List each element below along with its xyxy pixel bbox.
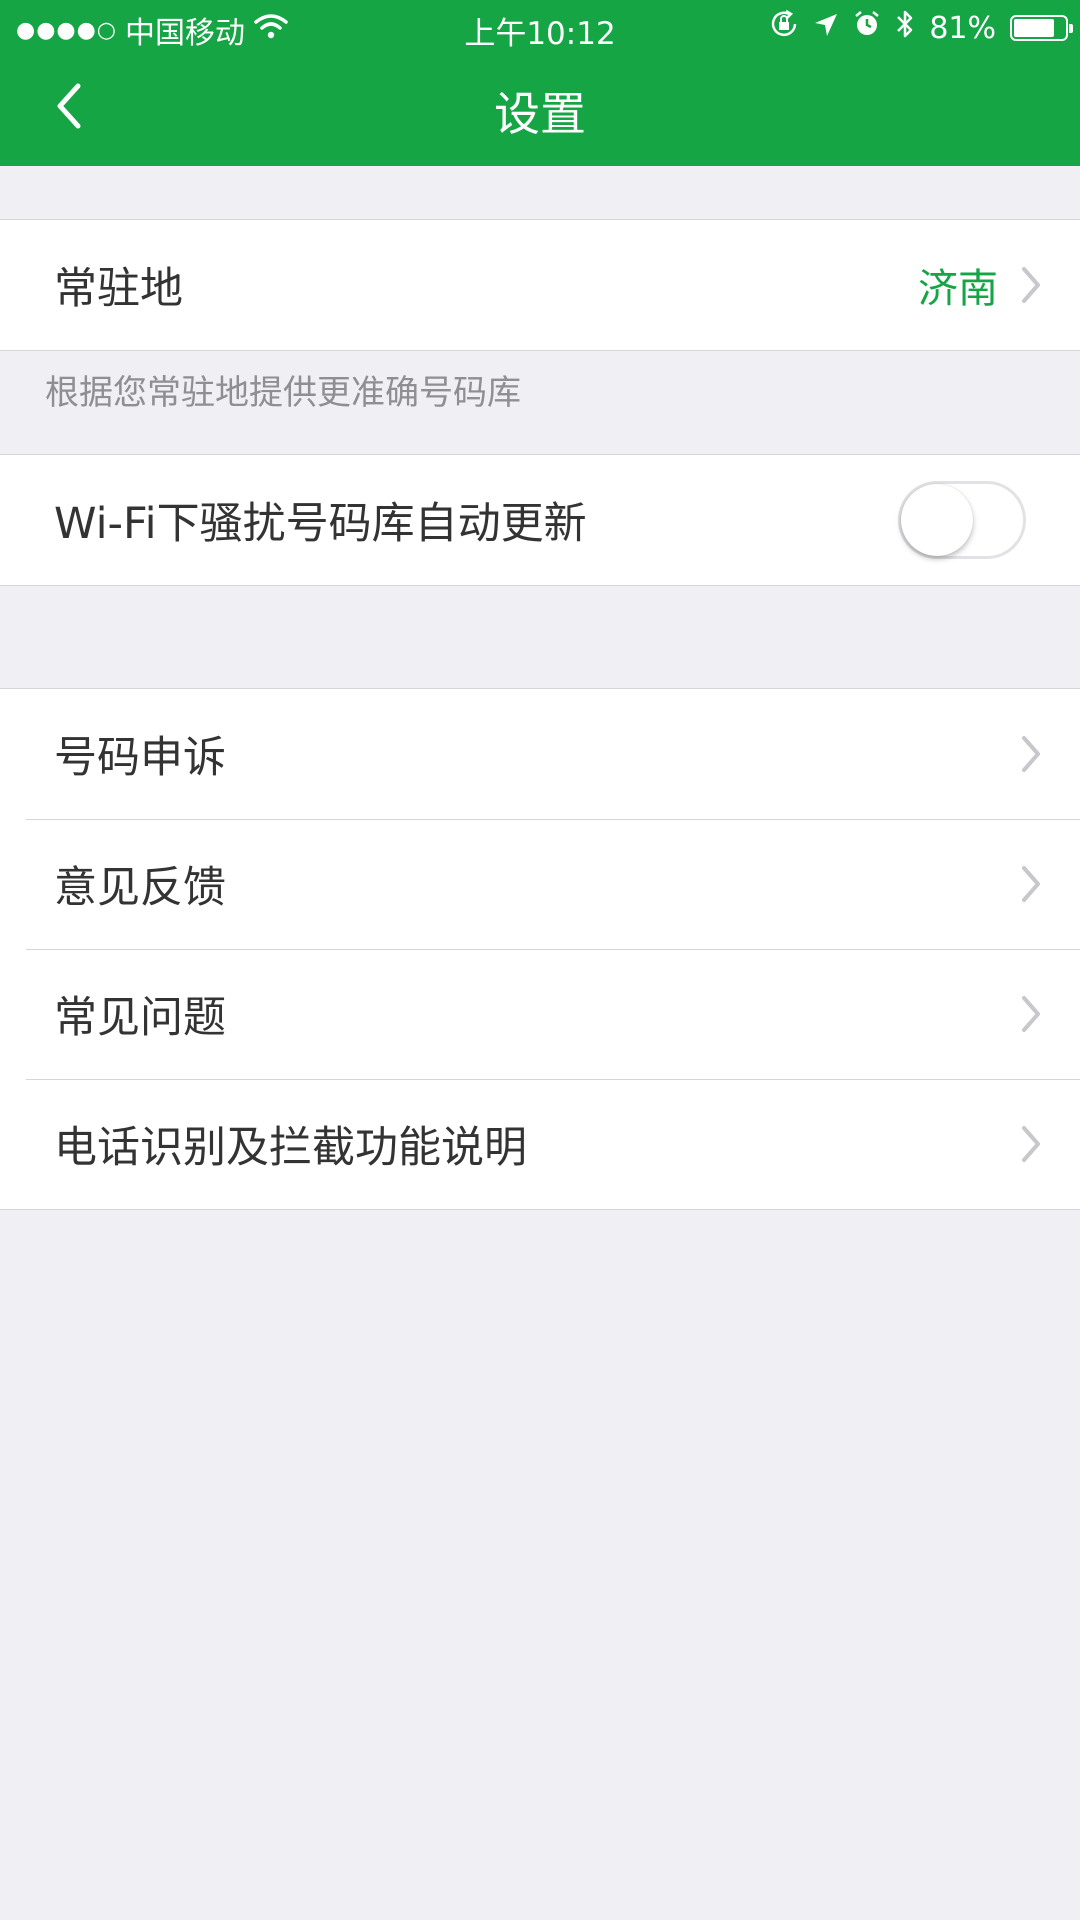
app-header: ●●●●○ 中国移动 上午10:12 81% 设置 xyxy=(0,0,1080,166)
battery-tip xyxy=(1069,24,1073,33)
chevron-right-icon xyxy=(1022,1126,1040,1162)
chevron-left-icon xyxy=(57,83,81,129)
list-item-feedback[interactable]: 意见反馈 xyxy=(0,819,1080,949)
more-options-group: 号码申诉 意见反馈 常见问题 电话识别及拦截功能说明 xyxy=(0,688,1080,1210)
residence-row[interactable]: 常驻地 济南 xyxy=(0,220,1080,350)
battery-icon xyxy=(1010,15,1073,41)
list-item-label: 号码申诉 xyxy=(54,733,226,783)
wifi-update-label: Wi-Fi下骚扰号码库自动更新 xyxy=(54,499,587,549)
bluetooth-icon xyxy=(895,8,915,48)
list-item-label: 电话识别及拦截功能说明 xyxy=(54,1123,527,1173)
list-item-label: 意见反馈 xyxy=(54,863,226,913)
residence-group: 常驻地 济南 xyxy=(0,219,1080,351)
list-item-faq[interactable]: 常见问题 xyxy=(0,949,1080,1079)
list-item-number-appeal[interactable]: 号码申诉 xyxy=(0,689,1080,819)
list-item-label: 常见问题 xyxy=(54,993,226,1043)
wifi-update-toggle[interactable] xyxy=(898,481,1026,559)
chevron-right-icon xyxy=(1022,866,1040,902)
status-right: 81% xyxy=(769,8,1073,48)
chevron-right-icon xyxy=(1022,267,1040,303)
list-item-call-blocking-guide[interactable]: 电话识别及拦截功能说明 xyxy=(0,1079,1080,1209)
battery-percent: 81% xyxy=(929,10,996,46)
chevron-right-icon xyxy=(1022,736,1040,772)
wifi-update-group: Wi-Fi下骚扰号码库自动更新 xyxy=(0,454,1080,586)
back-button[interactable] xyxy=(50,80,110,140)
toggle-knob xyxy=(901,484,973,556)
residence-label: 常驻地 xyxy=(54,264,183,314)
battery-fill xyxy=(1014,19,1054,37)
chevron-right-icon xyxy=(1022,996,1040,1032)
wifi-update-row: Wi-Fi下骚扰号码库自动更新 xyxy=(0,455,1080,585)
orientation-lock-icon xyxy=(769,9,799,47)
residence-hint: 根据您常驻地提供更准确号码库 xyxy=(45,373,521,413)
residence-value: 济南 xyxy=(918,266,998,312)
status-bar: ●●●●○ 中国移动 上午10:12 81% xyxy=(0,0,1080,54)
page-title: 设置 xyxy=(494,87,586,141)
alarm-icon xyxy=(853,10,881,46)
location-arrow-icon xyxy=(813,11,839,46)
